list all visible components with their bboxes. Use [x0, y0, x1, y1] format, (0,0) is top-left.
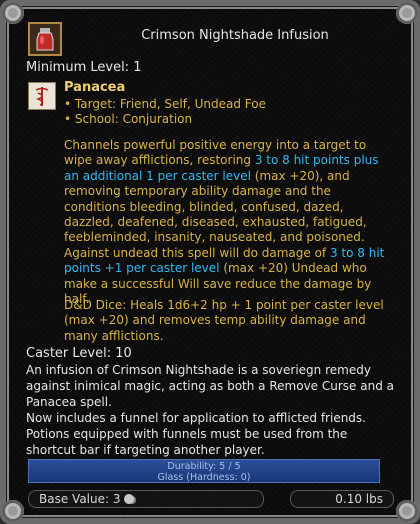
frame-corner — [396, 500, 418, 522]
item-description: An infusion of Crimson Nightshade is a s… — [26, 363, 394, 457]
durability-label: Durability: 5 / 5 — [167, 461, 241, 472]
caduceus-icon — [28, 82, 56, 110]
frame-corner — [2, 500, 24, 522]
durability-bar: Durability: 5 / 5 Glass (Hardness: 0) — [28, 459, 380, 483]
potion-icon — [28, 22, 62, 56]
material-label: Glass (Hardness: 0) — [157, 472, 251, 483]
minimum-level: Minimum Level: 1 — [26, 60, 142, 75]
spell-name: Panacea — [64, 80, 126, 95]
base-value: Base Value: 3 — [28, 490, 264, 508]
silver-coin-icon — [124, 494, 135, 504]
dnd-dice-text: D&D Dice: Heals 1d6+2 hp + 1 point per c… — [64, 298, 384, 343]
frame-corner — [2, 2, 24, 24]
spell-target: • Target: Friend, Self, Undead Foe — [64, 97, 266, 111]
frame-corner — [396, 2, 418, 24]
base-value-text: Base Value: 3 — [39, 492, 121, 506]
item-weight: 0.10 lbs — [290, 490, 394, 508]
spell-school: • School: Conjuration — [64, 112, 193, 126]
footer-bar: Base Value: 3 0.10 lbs — [28, 490, 394, 510]
item-title: Crimson Nightshade Infusion — [141, 28, 329, 43]
spell-description: Channels powerful positive energy into a… — [64, 138, 394, 307]
caster-level: Caster Level: 10 — [26, 346, 132, 361]
